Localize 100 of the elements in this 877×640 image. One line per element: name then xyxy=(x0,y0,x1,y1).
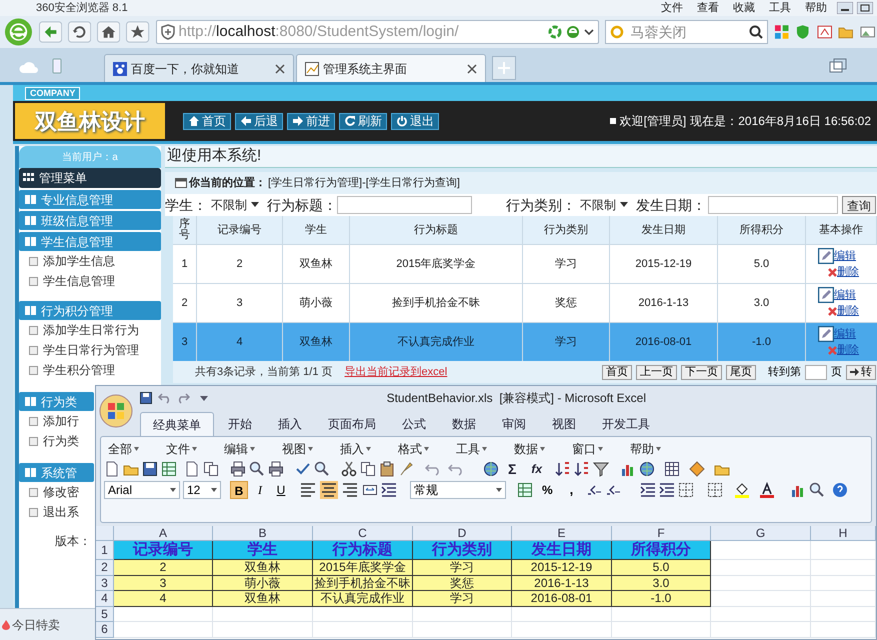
browser-tab[interactable]: 管理系统主界面 xyxy=(296,54,486,82)
spreadsheet-cell[interactable]: 4 xyxy=(114,591,213,606)
search-field[interactable]: 马蓉关闭 xyxy=(605,20,768,44)
search-text: 马蓉关闭 xyxy=(630,22,688,42)
menu-item[interactable]: 行为类 xyxy=(29,431,79,451)
menu-item[interactable]: 添加行 xyxy=(29,411,79,431)
font-size-field[interactable]: 12 xyxy=(183,481,221,499)
ribbon-tab[interactable]: 开始 xyxy=(216,412,264,436)
pager-button[interactable]: 首页 xyxy=(602,364,632,380)
percent-button[interactable]: % xyxy=(542,481,553,499)
format-button[interactable]: B xyxy=(230,481,248,499)
menu-button[interactable]: 数据 xyxy=(510,440,549,458)
nav-button[interactable]: 退出 xyxy=(391,112,439,130)
spreadsheet-cell[interactable]: 2 xyxy=(114,560,213,576)
edit-link[interactable]: 编辑 xyxy=(834,286,856,303)
row-header: 2 xyxy=(96,560,114,576)
nav-button[interactable]: 首页 xyxy=(183,112,231,130)
ribbon-tab[interactable]: 开发工具 xyxy=(590,412,662,436)
pager-button[interactable]: 上一页 xyxy=(636,364,677,380)
nav-button[interactable]: 后退 xyxy=(235,112,283,130)
menu-button[interactable]: 窗口 xyxy=(568,440,607,458)
menu-button[interactable]: 全部 xyxy=(104,440,143,458)
ribbon-tab[interactable]: 经典菜单 xyxy=(140,412,214,436)
comma-button[interactable]: , xyxy=(568,480,576,500)
spreadsheet-cell[interactable]: 奖惩 xyxy=(413,576,512,591)
spreadsheet-cell[interactable]: 2016-1-13 xyxy=(512,576,612,591)
filter-label: 发生日期： xyxy=(636,196,706,214)
number-format-field[interactable]: 常规 xyxy=(410,481,506,499)
sum-button[interactable]: Σ xyxy=(508,458,516,480)
delete-link[interactable]: 删除 xyxy=(837,303,859,320)
ribbon-tab[interactable]: 插入 xyxy=(266,412,314,436)
spreadsheet-cell[interactable]: 双鱼林 xyxy=(213,560,313,576)
filter-label: 行为类别： xyxy=(506,196,576,214)
delete-link[interactable]: 删除 xyxy=(837,264,859,280)
function-button[interactable]: fx xyxy=(531,460,542,478)
export-link[interactable]: 导出当前记录到excel xyxy=(344,364,448,380)
format-button[interactable]: U xyxy=(272,481,290,499)
spreadsheet-cell[interactable]: -1.0 xyxy=(612,591,711,606)
menu-button[interactable]: 编辑 xyxy=(220,440,259,458)
ribbon-tab[interactable]: 页面布局 xyxy=(316,412,388,436)
edit-link[interactable]: 编辑 xyxy=(834,248,856,264)
spreadsheet-cell[interactable]: 不认真完成作业 xyxy=(313,591,413,606)
spreadsheet-cell[interactable]: 双鱼林 xyxy=(213,591,313,606)
menu-item[interactable]: 修改密 xyxy=(29,482,79,502)
format-button[interactable]: I xyxy=(251,481,269,499)
spreadsheet-cell[interactable]: 行为标题 xyxy=(313,541,413,560)
spreadsheet-cell[interactable]: 行为类别 xyxy=(413,541,512,560)
spreadsheet-cell[interactable]: 记录编号 xyxy=(114,541,213,560)
menu-button[interactable]: 文件 xyxy=(162,440,201,458)
menu-item[interactable]: 帮助 xyxy=(805,0,827,16)
nav-button[interactable]: 刷新 xyxy=(339,112,387,130)
menu-item[interactable]: 退出系 xyxy=(29,502,79,522)
spreadsheet-cell[interactable]: 2016-08-01 xyxy=(512,591,612,606)
nav-button[interactable]: 前进 xyxy=(287,112,335,130)
menu-button[interactable]: 格式 xyxy=(394,440,433,458)
filter-label: 行为标题： xyxy=(267,196,337,214)
spreadsheet-cell[interactable]: 3.0 xyxy=(612,576,711,591)
spreadsheet-cell[interactable]: 萌小薇 xyxy=(213,576,313,591)
row-header: 3 xyxy=(96,576,114,591)
spreadsheet-cell[interactable]: 学生 xyxy=(213,541,313,560)
address-bar[interactable]: http://localhost:8080/StudentSystem/login/ xyxy=(156,20,600,44)
font-field[interactable]: Arial xyxy=(104,481,180,499)
ribbon-tab[interactable]: 数据 xyxy=(440,412,488,436)
menu-item[interactable]: 添加学生信息 xyxy=(29,251,115,271)
spreadsheet-cell[interactable]: 捡到手机拾金不昧 xyxy=(313,576,413,591)
spreadsheet-cell[interactable]: 学习 xyxy=(413,560,512,576)
spreadsheet-cell[interactable]: 3 xyxy=(114,576,213,591)
menu-item[interactable]: 添加学生日常行为 xyxy=(29,320,139,340)
row-header: 5 xyxy=(96,606,114,622)
ribbon-tab[interactable]: 公式 xyxy=(390,412,438,436)
menu-item[interactable]: 查看 xyxy=(697,0,719,16)
menu-item[interactable]: 学生信息管理 xyxy=(29,271,115,291)
menu-item[interactable]: 文件 xyxy=(661,0,683,16)
goto-button[interactable]: 转 xyxy=(846,364,876,380)
welcome-banner: 迎使用本系统! xyxy=(165,146,877,168)
filter-label: 学生： xyxy=(165,196,207,214)
spreadsheet-cell[interactable]: 学习 xyxy=(413,591,512,606)
spreadsheet-cell[interactable]: 5.0 xyxy=(612,560,711,576)
spreadsheet-cell[interactable]: 2015年底奖学金 xyxy=(313,560,413,576)
menu-item[interactable]: 收藏 xyxy=(733,0,755,16)
column-header: G xyxy=(711,526,811,541)
menu-item[interactable]: 学生日常行为管理 xyxy=(29,340,139,360)
ribbon-tab[interactable]: 审阅 xyxy=(490,412,538,436)
menu-button[interactable]: 工具 xyxy=(452,440,491,458)
menu-button[interactable]: 视图 xyxy=(278,440,317,458)
table-row[interactable]: 2 3 萌小薇 捡到手机拾金不昧 奖惩 2016-1-13 3.0 编辑 删除 xyxy=(173,283,877,322)
pager-button[interactable]: 下一页 xyxy=(681,364,722,380)
spreadsheet-cell[interactable]: 所得积分 xyxy=(612,541,711,560)
logo: 双鱼林设计 xyxy=(15,103,165,139)
menu-button[interactable]: 帮助 xyxy=(626,440,665,458)
menu-item[interactable]: 学生积分管理 xyxy=(29,360,115,380)
menu-item[interactable]: 工具 xyxy=(769,0,791,16)
pager-button[interactable]: 尾页 xyxy=(726,364,756,380)
menu-button[interactable]: 插入 xyxy=(336,440,375,458)
query-button[interactable]: 查询 xyxy=(842,196,876,214)
table-row[interactable]: 1 2 双鱼林 2015年底奖学金 学习 2015-12-19 5.0 编辑 删除 xyxy=(173,244,877,283)
spreadsheet-cell[interactable]: 发生日期 xyxy=(512,541,612,560)
spreadsheet-cell[interactable]: 2015-12-19 xyxy=(512,560,612,576)
ribbon-tab[interactable]: 视图 xyxy=(540,412,588,436)
browser-tab[interactable]: 百度一下，你就知道 xyxy=(104,54,294,82)
